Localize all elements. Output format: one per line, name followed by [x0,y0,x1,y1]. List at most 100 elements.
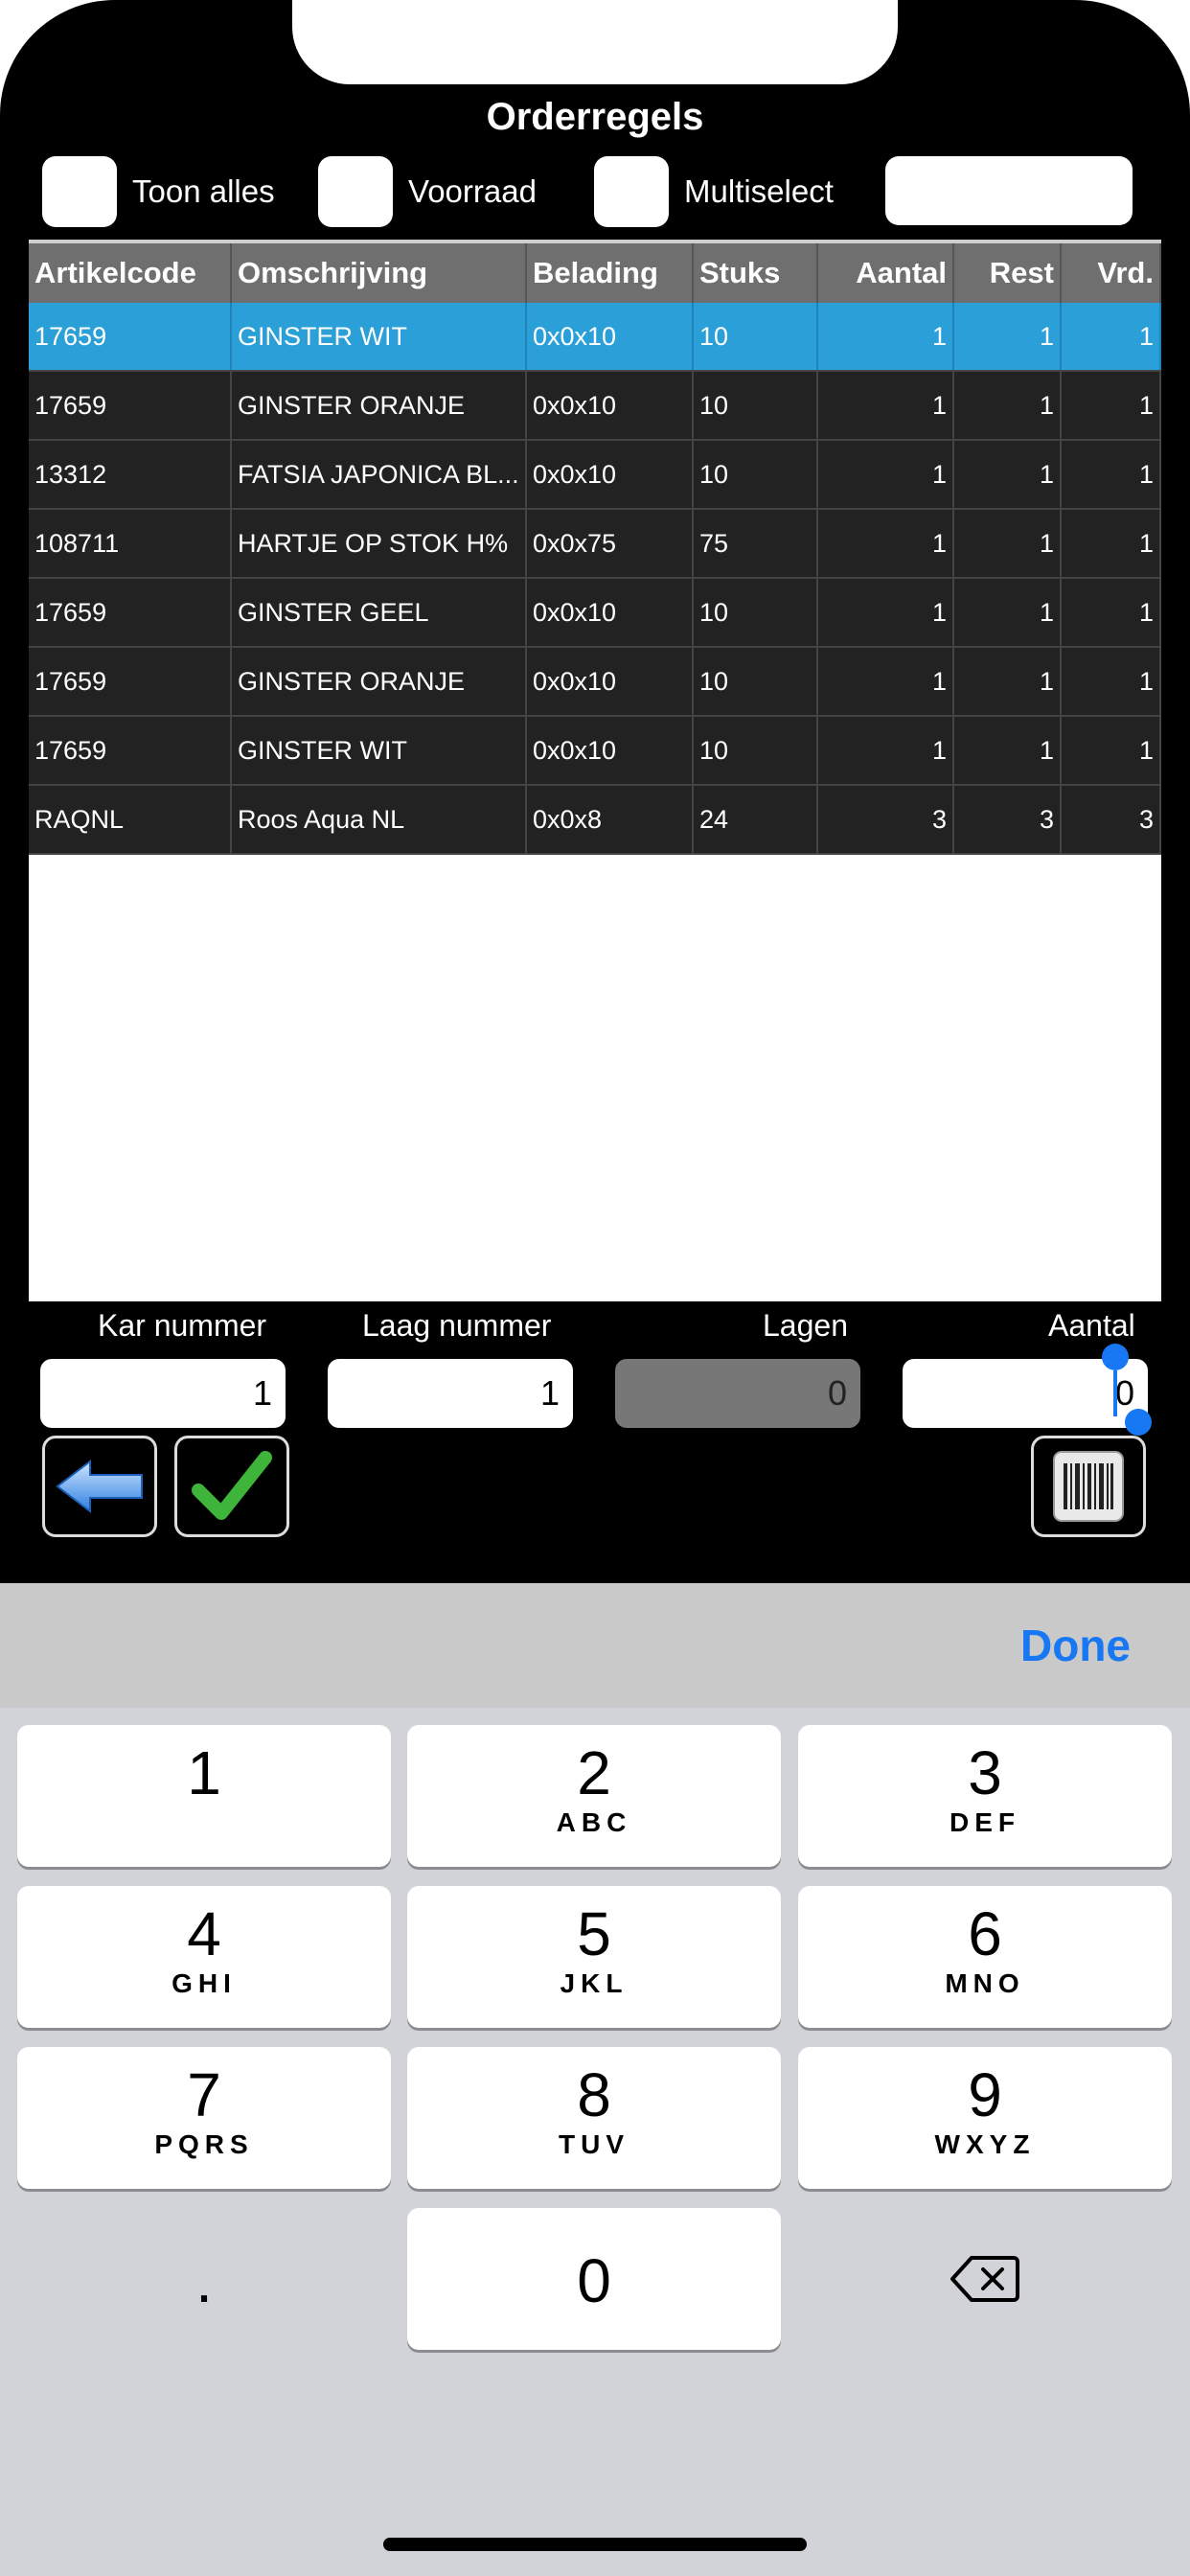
selection-handle-end[interactable] [1125,1409,1152,1436]
table-row[interactable]: 13312 FATSIA JAPONICA BL... 0x0x10 10 1 1 1 [29,441,1161,510]
table-cell-vrd: 1 [1062,648,1161,715]
aantal-field[interactable]: 0 [903,1344,1152,1436]
table-row[interactable]: 17659 GINSTER ORANJE 0x0x10 10 1 1 1 [29,372,1161,441]
key-4[interactable]: 4 GHI [17,1886,391,2028]
key-letters: TUV [559,2129,629,2159]
table-cell-belading: 0x0x10 [527,648,694,715]
column-header-belading[interactable]: Belading [527,243,694,303]
key-9[interactable]: 9 WXYZ [798,2047,1172,2189]
table-header: Artikelcode Omschrijving Belading Stuks Aant… [29,240,1161,303]
aantal-label: Aantal [1048,1308,1135,1343]
column-header-omschrijving[interactable]: Omschrijving [232,243,527,303]
table-cell-aantal: 1 [818,303,954,370]
table-cell-omschrijving: GINSTER ORANJE [232,372,527,439]
table-cell-omschrijving: GINSTER ORANJE [232,648,527,715]
table-row[interactable]: 108711 HARTJE OP STOK H% 0x0x75 75 1 1 1 [29,510,1161,579]
key-letters: WXYZ [934,2129,1036,2159]
options-row: Toon alles Voorraad Multiselect [0,156,1190,227]
table-cell-belading: 0x0x8 [527,786,694,853]
table-cell-artikelcode: 17659 [29,372,232,439]
lagen-field: 0 [615,1359,860,1428]
multiselect-checkbox[interactable] [594,156,669,227]
key-digit: 6 [968,1899,1002,1968]
table-cell-rest: 3 [954,786,1062,853]
key-0[interactable]: 0 [407,2208,781,2350]
table-cell-stuks: 10 [694,303,818,370]
table-cell-stuks: 10 [694,372,818,439]
table-cell-belading: 0x0x10 [527,372,694,439]
column-header-stuks[interactable]: Stuks [694,243,818,303]
table-row[interactable]: 17659 GINSTER ORANJE 0x0x10 10 1 1 1 [29,648,1161,717]
decimal-key[interactable]: . [17,2208,391,2350]
table-cell-rest: 1 [954,441,1062,508]
table-cell-rest: 1 [954,372,1062,439]
confirm-button[interactable] [174,1436,289,1537]
table-row[interactable]: RAQNL Roos Aqua NL 0x0x8 24 3 3 3 [29,786,1161,855]
toon-alles-checkbox[interactable] [42,156,117,227]
key-letters: ABC [556,1807,632,1837]
selection-handle-start[interactable] [1102,1344,1129,1370]
table-cell-omschrijving: GINSTER WIT [232,303,527,370]
voorraad-checkbox[interactable] [318,156,393,227]
barcode-scan-button[interactable] [1031,1436,1146,1537]
table-cell-rest: 1 [954,717,1062,784]
key-letters: GHI [172,1968,237,1998]
key-2[interactable]: 2 ABC [407,1725,781,1867]
table-cell-aantal: 1 [818,717,954,784]
table-cell-vrd: 1 [1062,717,1161,784]
column-header-artikelcode[interactable]: Artikelcode [29,243,232,303]
table-cell-artikelcode: 108711 [29,510,232,577]
kar-nummer-label: Kar nummer [98,1308,267,1343]
order-lines-table: Artikelcode Omschrijving Belading Stuks Aant… [29,240,1161,1301]
done-button[interactable]: Done [1020,1620,1131,1671]
laag-nummer-field[interactable]: 1 [328,1359,573,1428]
table-cell-artikelcode: 17659 [29,579,232,646]
key-8[interactable]: 8 TUV [407,2047,781,2189]
key-letters: MNO [945,1968,1025,1998]
table-cell-stuks: 10 [694,441,818,508]
key-1[interactable]: 1 [17,1725,391,1867]
column-header-rest[interactable]: Rest [954,243,1062,303]
key-3[interactable]: 3 DEF [798,1725,1172,1867]
table-cell-rest: 1 [954,510,1062,577]
table-row[interactable]: 17659 GINSTER WIT 0x0x10 10 1 1 1 [29,717,1161,786]
key-digit: 7 [187,2060,221,2129]
back-button[interactable] [42,1436,157,1537]
table-cell-omschrijving: Roos Aqua NL [232,786,527,853]
table-row[interactable]: 17659 GINSTER GEEL 0x0x10 10 1 1 1 [29,579,1161,648]
multiselect-label: Multiselect [684,173,834,209]
filter-input[interactable] [885,156,1133,225]
table-cell-stuks: 24 [694,786,818,853]
table-cell-aantal: 3 [818,786,954,853]
key-5[interactable]: 5 JKL [407,1886,781,2028]
table-cell-aantal: 1 [818,372,954,439]
key-7[interactable]: 7 PQRS [17,2047,391,2189]
column-header-vrd[interactable]: Vrd. [1062,243,1161,303]
key-digit: 4 [187,1899,221,1968]
barcode-icon [1053,1451,1124,1522]
key-digit: 9 [968,2060,1002,2129]
table-cell-omschrijving: HARTJE OP STOK H% [232,510,527,577]
page-title: Orderregels [486,96,704,138]
key-letters: JKL [560,1968,629,1998]
key-digit: 8 [577,2060,611,2129]
laag-nummer-label: Laag nummer [362,1308,552,1343]
table-cell-vrd: 1 [1062,372,1161,439]
table-cell-belading: 0x0x75 [527,510,694,577]
table-row[interactable]: 17659 GINSTER WIT 0x0x10 10 1 1 1 [29,303,1161,372]
voorraad-label: Voorraad [408,173,537,209]
delete-key[interactable] [798,2208,1172,2350]
table-cell-vrd: 3 [1062,786,1161,853]
table-cell-stuks: 75 [694,510,818,577]
home-indicator[interactable] [383,2538,807,2551]
key-6[interactable]: 6 MNO [798,1886,1172,2028]
column-header-aantal[interactable]: Aantal [818,243,954,303]
table-cell-rest: 1 [954,648,1062,715]
table-cell-artikelcode: 17659 [29,648,232,715]
checkmark-icon [192,1451,272,1520]
backspace-icon [950,2256,1019,2302]
key-letters: PQRS [154,2129,254,2159]
kar-nummer-field[interactable]: 1 [40,1359,286,1428]
table-cell-omschrijving: GINSTER GEEL [232,579,527,646]
toon-alles-label: Toon alles [132,173,275,209]
